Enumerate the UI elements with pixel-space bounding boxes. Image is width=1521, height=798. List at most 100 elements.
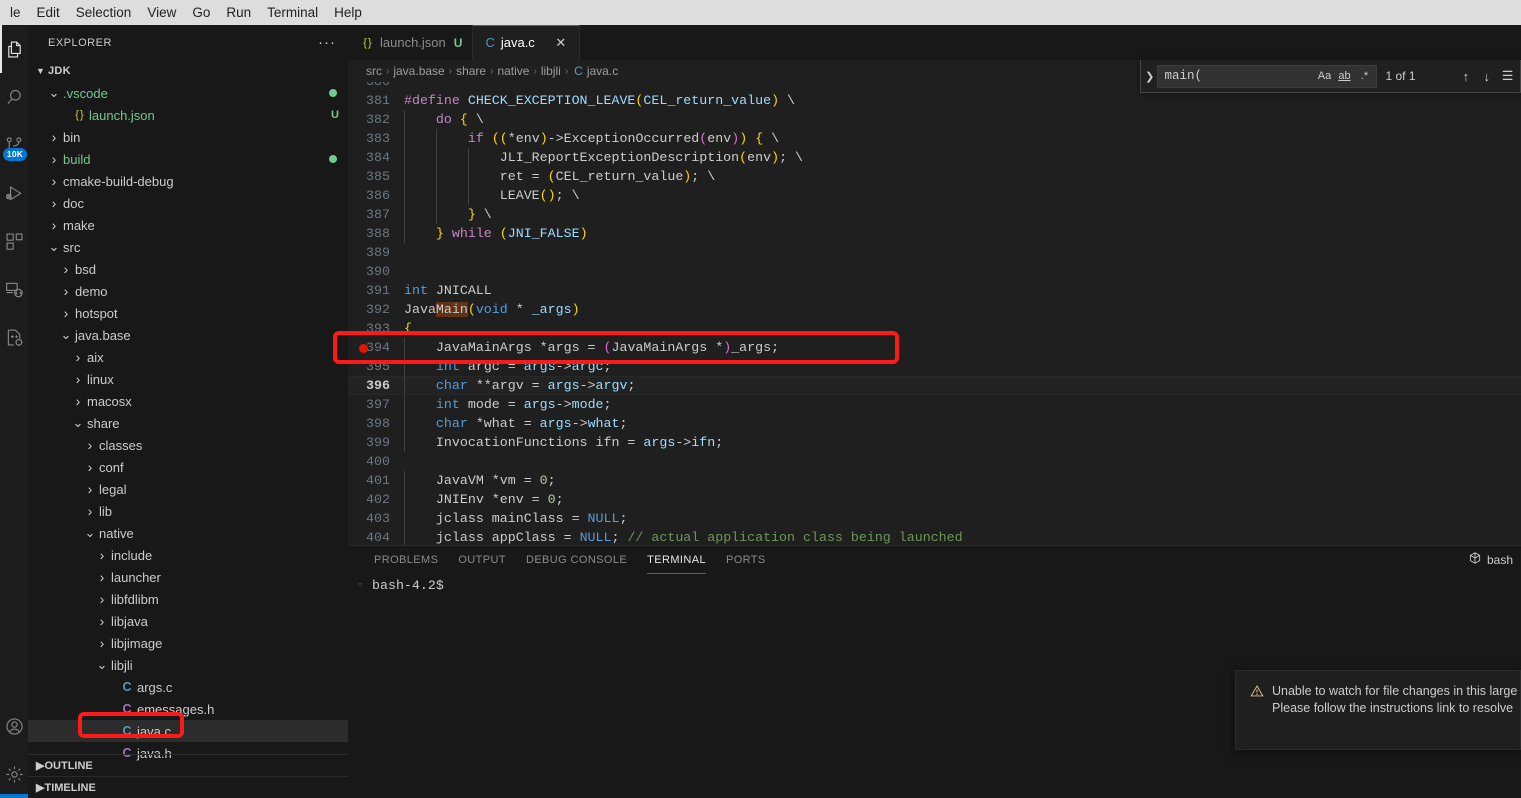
tree-folder-linux[interactable]: › linux — [28, 368, 348, 390]
code-line-381[interactable]: 381 #define CHECK_EXCEPTION_LEAVE(CEL_ret… — [348, 91, 1521, 110]
activity-item-remote-explorer[interactable] — [0, 265, 28, 313]
code-line-385[interactable]: 385 ret = (CEL_return_value); \ — [348, 167, 1521, 186]
tree-folder-build[interactable]: › build — [28, 148, 348, 170]
tree-folder-src[interactable]: ⌄ src — [28, 236, 348, 258]
panel-tab-terminal[interactable]: TERMINAL — [637, 546, 716, 574]
breadcrumb-item-java-c[interactable]: java.c — [587, 64, 618, 78]
regex-icon[interactable]: .* — [1354, 67, 1374, 86]
code-line-398[interactable]: 398 char *what = args->what; — [348, 414, 1521, 433]
activity-item-search[interactable] — [0, 73, 28, 121]
tree-file-launch-json[interactable]: { } launch.json U — [28, 104, 348, 126]
activity-item-extensions[interactable] — [0, 217, 28, 265]
tree-folder-libjava[interactable]: › libjava — [28, 610, 348, 632]
tree-folder--vscode[interactable]: ⌄ .vscode — [28, 82, 348, 104]
tree-folder-share[interactable]: ⌄ share — [28, 412, 348, 434]
tree-folder-legal[interactable]: › legal — [28, 478, 348, 500]
panel-tab-ports[interactable]: PORTS — [716, 546, 776, 574]
code-line-396[interactable]: 396 char **argv = args->argv; — [348, 376, 1521, 395]
code-line-397[interactable]: 397 int mode = args->mode; — [348, 395, 1521, 414]
activity-item-accounts[interactable] — [0, 702, 28, 750]
tree-file-args-c[interactable]: Cargs.c — [28, 676, 348, 698]
tree-folder-demo[interactable]: › demo — [28, 280, 348, 302]
sidebar-more-actions[interactable]: ··· — [318, 35, 336, 50]
tree-folder-doc[interactable]: › doc — [28, 192, 348, 214]
code-line-395[interactable]: 395 int argc = args->argc; — [348, 357, 1521, 376]
code-line-389[interactable]: 389 — [348, 243, 1521, 262]
code-line-383[interactable]: 383 if ((*env)->ExceptionOccurred(env)) … — [348, 129, 1521, 148]
menu-item-le[interactable]: le — [2, 0, 29, 25]
chevron-right-icon[interactable]: ❯ — [1143, 70, 1156, 83]
code-line-390[interactable]: 390 — [348, 262, 1521, 281]
panel-tab-debug-console[interactable]: DEBUG CONSOLE — [516, 546, 637, 574]
tree-root-section[interactable]: ▼ JDK — [28, 60, 348, 82]
tree-folder-bin[interactable]: › bin — [28, 126, 348, 148]
code-line-384[interactable]: 384 JLI_ReportExceptionDescription(env);… — [348, 148, 1521, 167]
tree-folder-libjimage[interactable]: › libjimage — [28, 632, 348, 654]
tab-launch-json[interactable]: { } launch.json U — [348, 25, 474, 60]
code-line-391[interactable]: 391 int JNICALL — [348, 281, 1521, 300]
code-editor[interactable]: 380 381 #define CHECK_EXCEPTION_LEAVE(CEL_… — [348, 82, 1521, 560]
tree-folder-bsd[interactable]: › bsd — [28, 258, 348, 280]
menu-item-terminal[interactable]: Terminal — [259, 0, 326, 25]
find-previous-button[interactable]: ↑ — [1458, 66, 1475, 86]
activity-item-manage[interactable] — [0, 750, 28, 798]
find-next-button[interactable]: ↓ — [1478, 66, 1495, 86]
code-line-392[interactable]: 392 JavaMain(void * _args) — [348, 300, 1521, 319]
close-icon[interactable]: ✕ — [553, 35, 569, 51]
activity-item-run-debug[interactable] — [0, 169, 28, 217]
remote-indicator[interactable] — [0, 794, 28, 798]
whole-word-icon[interactable]: ab — [1334, 67, 1354, 86]
find-in-selection-icon[interactable]: ☰ — [1499, 66, 1516, 86]
panel-tab-problems[interactable]: PROBLEMS — [364, 546, 448, 574]
tree-folder-native[interactable]: ⌄ native — [28, 522, 348, 544]
tree-folder-include[interactable]: › include — [28, 544, 348, 566]
code-line-387[interactable]: 387 } \ — [348, 205, 1521, 224]
tree-folder-cmake-build-debug[interactable]: › cmake-build-debug — [28, 170, 348, 192]
code-line-382[interactable]: 382 do { \ — [348, 110, 1521, 129]
tree-folder-make[interactable]: › make — [28, 214, 348, 236]
find-input[interactable]: main( Aa ab .* — [1157, 64, 1378, 88]
menu-item-selection[interactable]: Selection — [68, 0, 140, 25]
activity-item-source-control[interactable]: 10K — [0, 121, 28, 169]
code-line-400[interactable]: 400 — [348, 452, 1521, 471]
menu-item-help[interactable]: Help — [326, 0, 370, 25]
tab-java-c[interactable]: C java.c ✕ — [473, 25, 580, 60]
activity-item-explorer[interactable] — [0, 25, 28, 73]
notification-toast[interactable]: Unable to watch for file changes in this… — [1235, 670, 1521, 750]
breadcrumb-item-java-base[interactable]: java.base — [393, 64, 444, 78]
activity-item-cpp-tools[interactable] — [0, 313, 28, 361]
code-line-388[interactable]: 388 } while (JNI_FALSE) — [348, 224, 1521, 243]
tree-folder-java-base[interactable]: ⌄ java.base — [28, 324, 348, 346]
panel-tab-output[interactable]: OUTPUT — [448, 546, 516, 574]
sidebar-section-outline[interactable]: ▶ OUTLINE — [28, 754, 348, 776]
breadcrumb-item-src[interactable]: src — [366, 64, 382, 78]
match-case-icon[interactable]: Aa — [1314, 67, 1334, 86]
code-line-401[interactable]: 401 JavaVM *vm = 0; — [348, 471, 1521, 490]
code-line-403[interactable]: 403 jclass mainClass = NULL; — [348, 509, 1521, 528]
code-line-386[interactable]: 386 LEAVE(); \ — [348, 186, 1521, 205]
tree-folder-hotspot[interactable]: › hotspot — [28, 302, 348, 324]
code-line-399[interactable]: 399 InvocationFunctions ifn = args->ifn; — [348, 433, 1521, 452]
terminal-tab-list[interactable]: bash — [1468, 551, 1513, 568]
tree-folder-aix[interactable]: › aix — [28, 346, 348, 368]
menu-item-run[interactable]: Run — [218, 0, 259, 25]
tree-folder-classes[interactable]: › classes — [28, 434, 348, 456]
tree-folder-lib[interactable]: › lib — [28, 500, 348, 522]
tree-folder-macosx[interactable]: › macosx — [28, 390, 348, 412]
breadcrumb-item-native[interactable]: native — [497, 64, 529, 78]
breadcrumb-item-libjli[interactable]: libjli — [541, 64, 561, 78]
menu-item-edit[interactable]: Edit — [29, 0, 68, 25]
breadcrumb-item-share[interactable]: share — [456, 64, 486, 78]
tree-folder-launcher[interactable]: › launcher — [28, 566, 348, 588]
code-line-393[interactable]: 393 { — [348, 319, 1521, 338]
breakpoint-icon[interactable] — [359, 343, 368, 353]
code-line-394[interactable]: 394 JavaMainArgs *args = (JavaMainArgs *… — [348, 338, 1521, 357]
code-line-402[interactable]: 402 JNIEnv *env = 0; — [348, 490, 1521, 509]
menu-item-view[interactable]: View — [139, 0, 184, 25]
tree-folder-conf[interactable]: › conf — [28, 456, 348, 478]
tree-file-java-c[interactable]: Cjava.c — [28, 720, 348, 742]
menu-item-go[interactable]: Go — [184, 0, 218, 25]
tree-file-emessages-h[interactable]: Cemessages.h — [28, 698, 348, 720]
tree-folder-libjli[interactable]: ⌄ libjli — [28, 654, 348, 676]
tree-folder-libfdlibm[interactable]: › libfdlibm — [28, 588, 348, 610]
